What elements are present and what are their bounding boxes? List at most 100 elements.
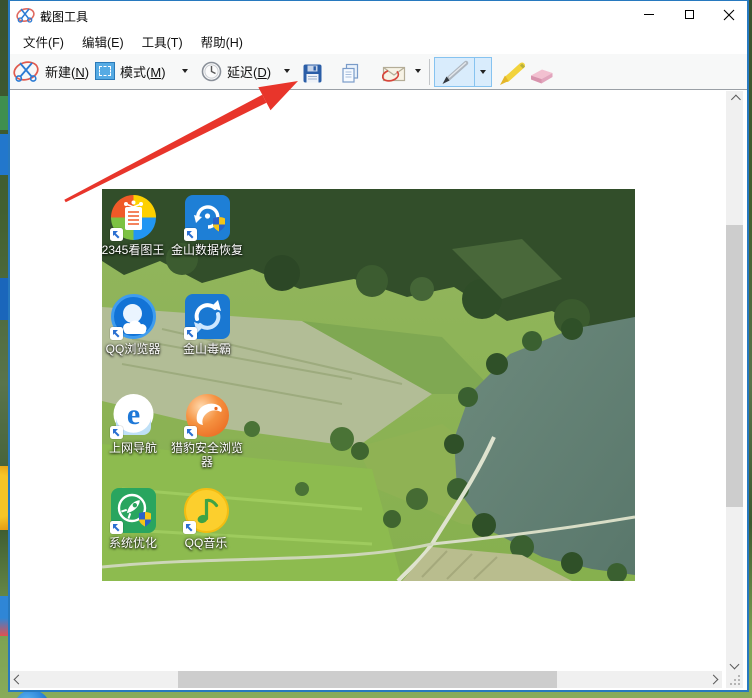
delay-button[interactable]: 延迟(D) [201,56,271,86]
new-label: 新建(N) [45,62,89,81]
chevron-right-icon [709,675,719,685]
menu-edit[interactable]: 编辑(E) [73,28,133,55]
save-button[interactable] [302,58,323,88]
web-navigation-e-icon: e [111,393,156,438]
shortcut-arrow-icon [184,426,197,439]
kingsoft-antivirus-icon [185,294,230,339]
vertical-scrollbar-thumb[interactable] [726,225,743,507]
close-button[interactable] [711,1,747,28]
desktop-icon-qq-music: QQ音乐 [167,488,245,550]
maximize-icon [685,10,694,19]
toolbar-separator [429,59,430,85]
close-icon [723,9,735,21]
desktop-icon-label: 上网导航 [102,441,172,455]
scroll-up-button[interactable] [726,91,743,108]
shortcut-arrow-icon [184,327,197,340]
send-dropdown[interactable] [410,56,426,86]
desktop-icon-label: 金山毒霸 [168,342,246,356]
menu-tools[interactable]: 工具(T) [133,28,192,55]
menu-file[interactable]: 文件(F) [14,28,73,55]
system-optimizer-rocket-icon [111,488,156,533]
desktop-icon-label: 猎豹安全浏览器 [168,441,246,470]
pen-button-group [434,57,492,87]
chevron-up-icon [731,95,741,105]
desktop-edge-partial-icon [0,278,8,320]
qq-browser-icon [111,294,156,339]
desktop-icon-2345-viewer: 2345看图王 [102,195,172,257]
minimize-button[interactable] [631,1,667,28]
delay-label: 延迟(D) [227,62,271,81]
desktop-icon-label: 2345看图王 [102,243,172,257]
mode-button[interactable]: 模式(M) [95,56,166,86]
chevron-down-icon [182,69,188,73]
shortcut-arrow-icon [110,327,123,340]
window-title: 截图工具 [40,8,88,25]
desktop-icon-label: QQ浏览器 [102,342,172,356]
canvas-area: 2345看图王 金山数据恢复 [10,89,747,689]
pen-button[interactable] [435,58,475,86]
desktop-icon-kingsoft-recovery: 金山数据恢复 [168,195,246,257]
vertical-scrollbar[interactable] [726,91,743,673]
scroll-right-button[interactable] [705,671,722,688]
new-button[interactable]: 新建(N) [13,56,89,86]
desktop-icon-label: 金山数据恢复 [168,243,246,257]
chevron-down-icon [284,69,290,73]
highlighter-icon [496,60,526,87]
desktop-icon-kingsoft-antivirus: 金山毒霸 [168,294,246,356]
scroll-left-button[interactable] [10,671,27,688]
desktop-icon-web-navigation: e 上网导航 [102,393,172,455]
pen-dropdown[interactable] [475,58,491,86]
save-floppy-icon [302,63,323,84]
send-email-button[interactable] [382,58,407,88]
titlebar[interactable]: 截图工具 [10,1,747,28]
desktop-edge-partial-icon [0,466,8,530]
kingsoft-recovery-icon [185,195,230,240]
desktop-edge-partial-icon [0,96,8,130]
maximize-button[interactable] [671,1,707,28]
copy-button[interactable] [340,58,361,88]
eraser-button[interactable] [528,60,555,90]
shortcut-arrow-icon [110,228,123,241]
desktop: { "window": { "title": "截图工具" }, "menu":… [0,0,752,698]
email-envelope-icon [382,63,407,84]
chevron-left-icon [14,675,24,685]
shortcut-arrow-icon [183,521,196,534]
chevron-down-icon [730,660,740,670]
desktop-icon-label: 系统优化 [102,536,172,550]
menu-help[interactable]: 帮助(H) [192,28,252,55]
desktop-edge-partial-icon [0,596,8,636]
desktop-edge-partial-icon [0,134,8,175]
shortcut-arrow-icon [110,521,123,534]
2345-viewer-icon [111,195,156,240]
pen-icon [439,58,471,86]
chevron-down-icon [415,69,421,73]
horizontal-scrollbar-thumb[interactable] [178,671,557,688]
horizontal-scrollbar[interactable] [10,671,722,688]
toolbar: 新建(N) 模式(M) 延迟(D) [10,54,747,90]
mode-label: 模式(M) [120,62,166,81]
mode-dropdown[interactable] [177,56,193,86]
highlighter-button[interactable] [496,58,526,88]
shortcut-arrow-icon [110,426,123,439]
snipping-tool-app-icon [16,6,36,24]
resize-grip-icon [726,671,743,688]
menu-bar: 文件(F) 编辑(E) 工具(T) 帮助(H) [10,28,747,54]
eraser-icon [528,66,555,85]
chevron-down-icon [480,70,486,74]
copy-icon [340,63,361,84]
shortcut-arrow-icon [184,228,197,241]
mode-selection-icon [95,62,115,80]
delay-clock-icon [201,61,222,82]
captured-screenshot[interactable]: 2345看图王 金山数据恢复 [102,189,635,581]
desktop-icon-qq-browser: QQ浏览器 [102,294,172,356]
qq-music-icon [184,488,229,533]
resize-grip[interactable] [726,671,743,688]
new-snip-scissors-icon [13,58,40,84]
minimize-icon [644,14,654,15]
svg-text:e: e [126,398,139,431]
snipping-tool-window: 截图工具 文件(F) 编辑(E) 工具(T) 帮助(H) 新建(N) [8,0,749,692]
delay-dropdown[interactable] [279,56,295,86]
desktop-icon-system-optimizer: 系统优化 [102,488,172,550]
desktop-icon-label: QQ音乐 [167,536,245,550]
desktop-icon-cheetah-browser: 猎豹安全浏览器 [168,393,246,470]
